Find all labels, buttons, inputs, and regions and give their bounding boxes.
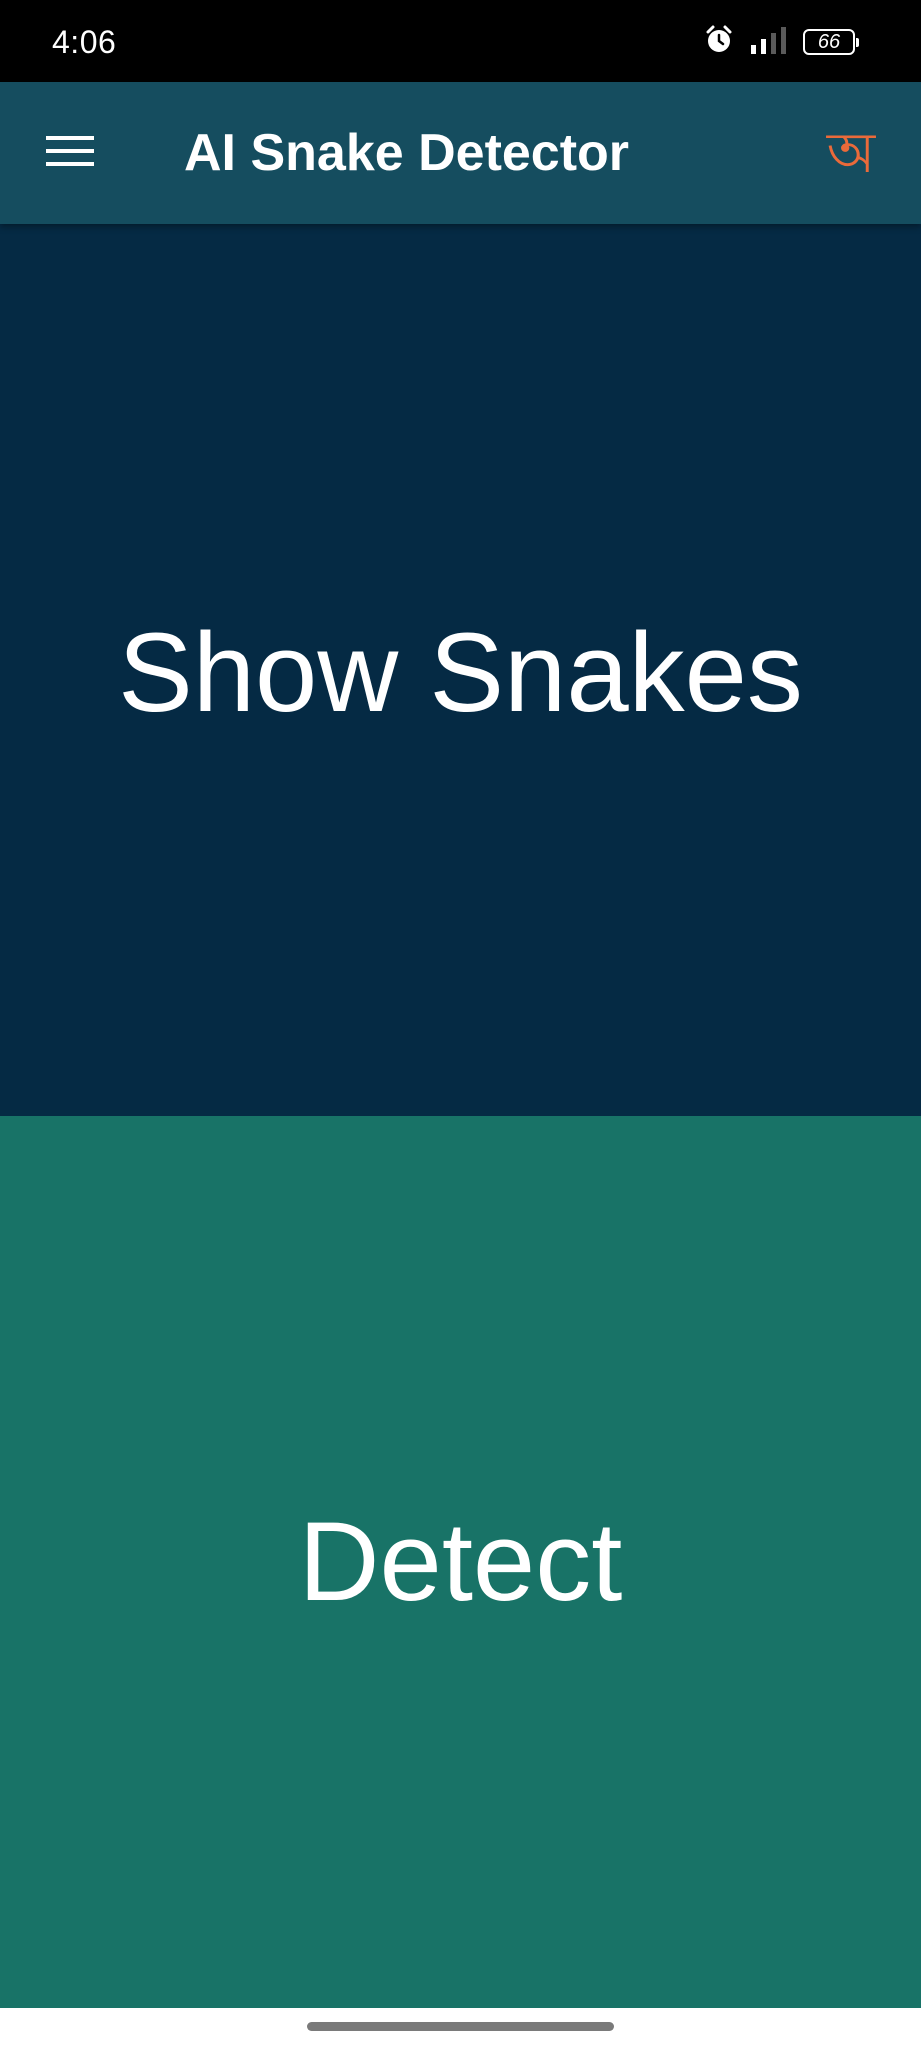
detect-button[interactable]: Detect (0, 1116, 921, 2008)
status-icons: 66 (703, 24, 859, 61)
detect-label: Detect (298, 1499, 623, 1624)
alarm-icon (703, 24, 735, 61)
signal-icon (749, 25, 789, 60)
status-time: 4:06 (52, 24, 117, 60)
app-title: AI Snake Detector (184, 124, 630, 182)
battery-icon: 66 (803, 29, 859, 55)
battery-level: 66 (817, 31, 841, 53)
home-gesture-handle[interactable] (307, 2022, 614, 2031)
show-snakes-button[interactable]: Show Snakes (0, 224, 921, 1116)
navigation-bar (0, 2008, 921, 2048)
status-bar: 4:06 66 (0, 0, 921, 82)
app-bar: AI Snake Detector অ (0, 82, 921, 224)
show-snakes-label: Show Snakes (118, 610, 803, 735)
language-toggle-button[interactable]: অ (809, 112, 893, 196)
menu-button[interactable] (34, 119, 106, 187)
hamburger-menu-icon (46, 134, 94, 173)
app-screen: 4:06 66 AI Snake Detector অ Show Snakes … (0, 0, 921, 2048)
